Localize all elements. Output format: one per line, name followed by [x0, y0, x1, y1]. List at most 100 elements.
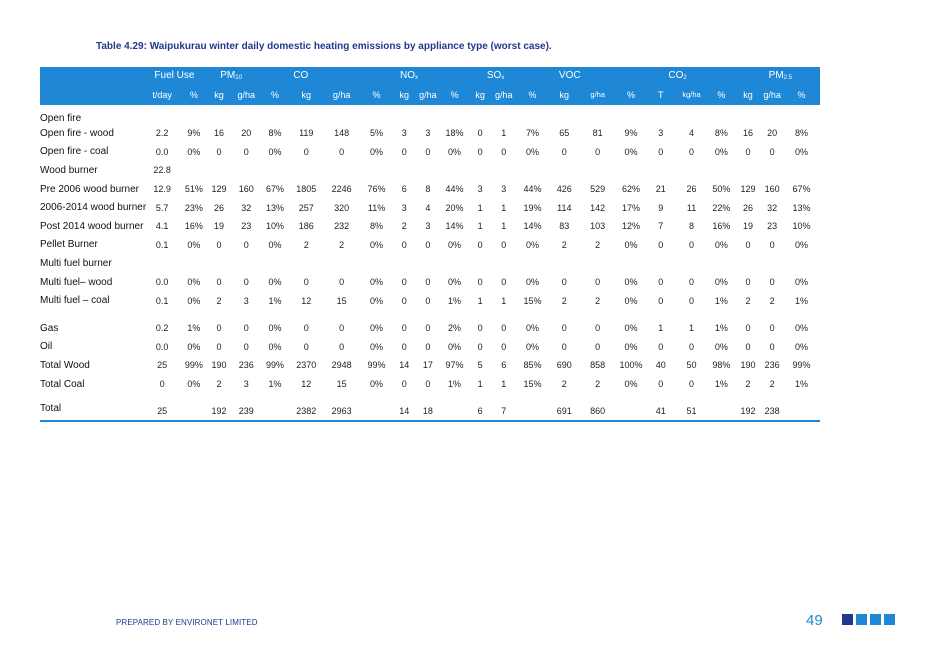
col-header: % — [707, 84, 735, 105]
table-cell: 0% — [370, 323, 384, 334]
table-cell: 192 — [734, 402, 762, 422]
table-cell: 0 — [658, 146, 664, 157]
table-cell — [708, 254, 735, 273]
table-cell — [182, 161, 207, 180]
table-cell — [549, 254, 580, 273]
col-header: % — [440, 84, 469, 105]
table-cell: 0 — [501, 146, 507, 157]
table-cell: 0 — [658, 239, 664, 250]
table-cell: 0 — [216, 239, 222, 250]
row-label: Multi fuel – coal — [40, 295, 110, 307]
table-cell: 0 — [216, 341, 222, 352]
table-cell: 160 — [764, 184, 780, 195]
table-cell: 0% — [370, 239, 384, 250]
table-cell — [206, 105, 232, 124]
table-cell: 190 — [211, 360, 227, 371]
table-cell: 426 — [556, 184, 572, 195]
prepared-by-label: PREPARED BY ENVIRONET LIMITED — [116, 618, 258, 627]
col-header: % — [260, 84, 290, 105]
table-cell: 1 — [501, 379, 507, 390]
table-cell — [735, 254, 762, 273]
table-cell: 0 — [339, 323, 345, 334]
table-cell: 1% — [448, 379, 462, 390]
table-cell — [260, 402, 290, 422]
table-cell: 25 — [142, 402, 182, 422]
table-cell: 691 — [548, 402, 580, 422]
table-cell — [708, 161, 735, 180]
table-cell: 12.9 — [153, 184, 171, 195]
table-cell: 0 — [159, 379, 165, 390]
table-cell: 19 — [214, 221, 225, 232]
table-cell: 19% — [523, 202, 542, 213]
table-cell — [289, 161, 323, 180]
table-cell: 1 — [501, 128, 507, 139]
spacer-cell — [40, 310, 820, 319]
table-cell: 2 — [216, 295, 222, 306]
row-label: Total Coal — [40, 378, 85, 390]
table-cell: 0 — [425, 379, 431, 390]
table-cell — [616, 105, 647, 124]
table-cell — [232, 254, 261, 273]
table-cell: 1 — [501, 202, 507, 213]
page-number: 49 — [806, 612, 823, 629]
row-label: Open fire - wood — [40, 127, 114, 139]
table-cell: 0% — [187, 277, 201, 288]
table-cell — [491, 105, 516, 124]
table-cell — [516, 161, 549, 180]
table-cell: 0 — [658, 295, 664, 306]
table-cell: 0% — [794, 146, 808, 157]
table-cell: 0 — [689, 341, 695, 352]
table-cell — [783, 161, 820, 180]
table-cell: 0 — [501, 341, 507, 352]
table-cell: 1 — [477, 202, 483, 213]
row-label: Gas — [40, 322, 59, 334]
table-cell: 12 — [301, 379, 312, 390]
table-cell: 0 — [501, 239, 507, 250]
table-cell: 0 — [243, 239, 249, 250]
table-cell — [261, 105, 290, 124]
header-group-nox: NOx — [392, 67, 469, 84]
table-cell — [616, 254, 647, 273]
table-cell: 1805 — [296, 184, 317, 195]
table-cell: 8 — [425, 184, 431, 195]
table-cell — [143, 105, 182, 124]
table-cell: 0 — [658, 277, 664, 288]
table-row: Pellet Burner 0.1 0% 0 0 0% 2 2 0% 0 0 0% 0 0 0% 2 2 0% 0 0… — [40, 236, 820, 255]
table-cell: 0 — [745, 239, 751, 250]
table-cell: 0 — [561, 146, 567, 157]
table-cell: 0% — [268, 239, 282, 250]
table-cell: 129 — [211, 184, 227, 195]
table-cell: 0% — [624, 277, 638, 288]
table-cell: 0% — [714, 239, 728, 250]
table-cell — [491, 161, 516, 180]
table-cell — [261, 254, 290, 273]
row-label: Open fire — [40, 113, 82, 124]
table-cell: 0 — [501, 277, 507, 288]
table-cell: 0 — [769, 323, 775, 334]
row-label: Multi fuel– wood — [40, 276, 113, 288]
table-cell: 6 — [401, 184, 407, 195]
table-cell: 0 — [401, 341, 407, 352]
table-cell: 0.0 — [155, 277, 169, 288]
table-cell: 97% — [445, 360, 464, 371]
table-cell: 5.7 — [155, 202, 169, 213]
table-cell: 3 — [243, 295, 249, 306]
table-cell: 0% — [624, 295, 638, 306]
table-cell: 0% — [370, 146, 384, 157]
table-cell — [323, 105, 360, 124]
header-group-pm10: PM10 — [206, 67, 290, 84]
table-cell: 0 — [216, 277, 222, 288]
table-cell: 0 — [425, 323, 431, 334]
table-cell: 7 — [491, 402, 517, 422]
header-group-pm25: PM2.5 — [734, 67, 820, 84]
table-cell: 236 — [764, 360, 780, 371]
table-cell: 0 — [477, 323, 483, 334]
table-cell: 0 — [689, 239, 695, 250]
table-row: Gas 0.2 1% 0 0 0% 0 0 0% 0 0 2% 0 0 0% 0 0 0% 1 1 1% 0 0 0% — [40, 319, 820, 338]
table-cell: 76% — [367, 184, 386, 195]
col-header: kg — [548, 84, 580, 105]
table-cell: 0.0 — [155, 146, 169, 157]
table-cell: 2 — [561, 295, 567, 306]
table-cell: 99% — [792, 360, 811, 371]
table-cell: 11 — [686, 202, 697, 213]
